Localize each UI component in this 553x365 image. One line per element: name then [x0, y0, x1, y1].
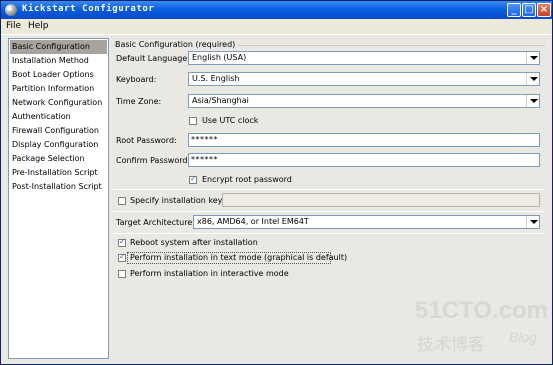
separator — [113, 233, 545, 234]
sidebar-item-installation-method[interactable]: Installation Method — [10, 54, 107, 68]
text-mode-label: Perform installation in text mode (graph… — [130, 253, 348, 262]
root-password-field[interactable]: ****** — [188, 133, 540, 147]
confirm-password-value: ****** — [191, 155, 218, 164]
basic-configuration-panel: Basic Configuration (required) Default L… — [111, 38, 547, 359]
default-language-select[interactable]: English (USA) — [188, 51, 540, 65]
sidebar-item-display-configuration[interactable]: Display Configuration — [10, 138, 107, 152]
chevron-down-icon[interactable] — [526, 95, 539, 107]
default-language-label: Default Language: — [116, 54, 190, 63]
chevron-down-icon[interactable] — [526, 73, 539, 85]
sidebar-item-network-configuration[interactable]: Network Configuration — [10, 96, 107, 110]
app-icon — [5, 4, 17, 16]
installation-key-field[interactable] — [222, 193, 540, 207]
sidebar-item-pre-installation-script[interactable]: Pre-Installation Script — [10, 166, 107, 180]
target-architecture-value: x86, AMD64, or Intel EM64T — [197, 217, 309, 226]
default-language-value: English (USA) — [192, 53, 247, 62]
text-mode-checkbox[interactable] — [118, 252, 126, 262]
timezone-value: Asia/Shanghai — [192, 96, 249, 105]
timezone-label: Time Zone: — [116, 97, 162, 106]
menu-help[interactable]: Help — [28, 21, 49, 31]
chevron-down-icon[interactable] — [526, 52, 539, 64]
sidebar-item-authentication[interactable]: Authentication — [10, 110, 107, 124]
encrypt-root-password-checkbox[interactable] — [189, 174, 197, 184]
target-architecture-label: Target Architecture: — [116, 218, 195, 227]
keyboard-select[interactable]: U.S. English — [188, 72, 540, 86]
maximize-button[interactable]: □ — [522, 3, 536, 17]
keyboard-value: U.S. English — [192, 74, 240, 83]
menu-bar: File Help — [1, 19, 552, 35]
sidebar-item-basic-configuration[interactable]: Basic Configuration — [10, 40, 107, 54]
category-list: Basic Configuration Installation Method … — [8, 38, 109, 359]
reboot-checkbox[interactable] — [118, 237, 126, 247]
installation-key-label: Specify installation key: — [130, 196, 225, 205]
keyboard-label: Keyboard: — [116, 75, 157, 84]
sidebar-item-partition-information[interactable]: Partition Information — [10, 82, 107, 96]
sidebar-item-post-installation-script[interactable]: Post-Installation Script — [10, 180, 107, 194]
close-button[interactable]: × — [537, 3, 551, 17]
sidebar-item-package-selection[interactable]: Package Selection — [10, 152, 107, 166]
encrypt-root-password-label: Encrypt root password — [202, 175, 292, 184]
window-title: Kickstart Configurator — [22, 4, 155, 14]
section-title: Basic Configuration (required) — [115, 40, 239, 49]
installation-key-checkbox[interactable] — [118, 197, 126, 205]
root-password-value: ****** — [191, 135, 218, 144]
separator — [113, 211, 545, 212]
timezone-select[interactable]: Asia/Shanghai — [188, 94, 540, 108]
reboot-label: Reboot system after installation — [130, 238, 258, 247]
interactive-mode-checkbox[interactable] — [118, 270, 126, 278]
title-bar[interactable]: Kickstart Configurator _ □ × — [1, 1, 552, 19]
menu-file[interactable]: File — [6, 21, 21, 31]
interactive-mode-label: Perform installation in interactive mode — [130, 269, 289, 278]
confirm-password-field[interactable]: ****** — [188, 153, 540, 167]
kickstart-window: Kickstart Configurator _ □ × File Help B… — [0, 0, 553, 365]
utc-clock-label: Use UTC clock — [202, 116, 259, 125]
minimize-button[interactable]: _ — [507, 3, 521, 17]
target-architecture-select[interactable]: x86, AMD64, or Intel EM64T — [193, 215, 540, 229]
chevron-down-icon[interactable] — [526, 216, 539, 228]
sidebar-item-boot-loader-options[interactable]: Boot Loader Options — [10, 68, 107, 82]
separator — [113, 189, 545, 190]
confirm-password-label: Confirm Password: — [116, 156, 191, 165]
utc-clock-checkbox[interactable] — [189, 117, 197, 125]
sidebar-item-firewall-configuration[interactable]: Firewall Configuration — [10, 124, 107, 138]
root-password-label: Root Password: — [116, 136, 177, 145]
